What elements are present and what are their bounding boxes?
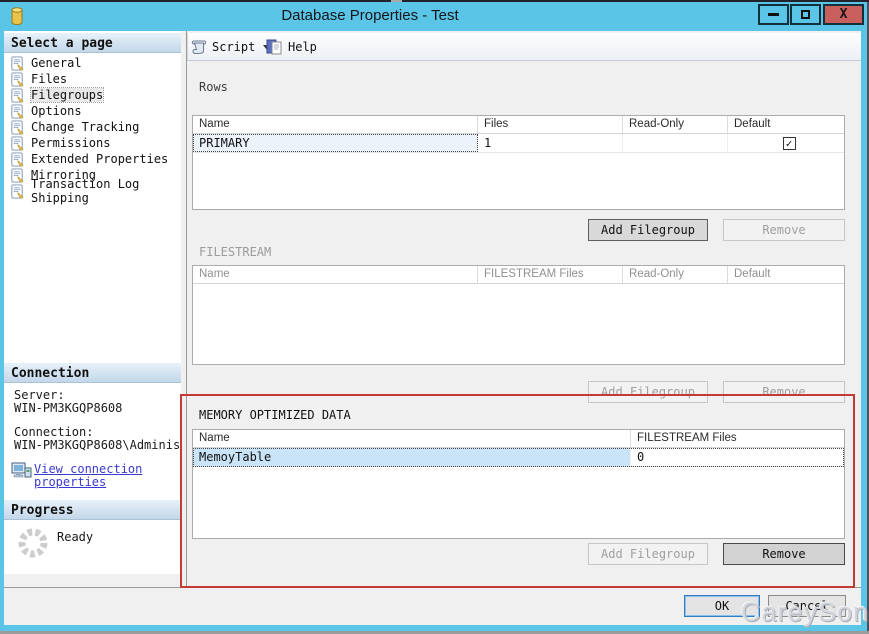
sidebar-item-files[interactable]: Files bbox=[6, 71, 178, 87]
filegroup-name-cell[interactable]: MemoyTable bbox=[193, 448, 631, 466]
connection-value: WIN-PM3KGQP8608\Administrat bbox=[14, 438, 179, 452]
filegroup-name-cell[interactable]: PRIMARY bbox=[193, 134, 478, 152]
close-icon: X bbox=[840, 7, 848, 22]
column-header[interactable]: Read-Only bbox=[623, 266, 728, 283]
column-header[interactable]: Name bbox=[193, 266, 478, 283]
read-only-cell[interactable] bbox=[623, 134, 728, 152]
sidebar-item-label: Change Tracking bbox=[31, 120, 139, 134]
select-a-page-header: Select a page bbox=[4, 33, 181, 53]
connection-label: Connection: bbox=[14, 425, 179, 439]
filestream-table-header: Name FILESTREAM Files Read-Only Default bbox=[193, 266, 844, 284]
sidebar-item-label: Permissions bbox=[31, 136, 110, 150]
page-script-icon bbox=[10, 168, 25, 183]
default-checkbox-checked[interactable]: ✓ bbox=[783, 137, 796, 150]
filestream-section-label: FILESTREAM bbox=[199, 245, 271, 259]
page-script-icon bbox=[10, 152, 25, 167]
computer-icon bbox=[11, 462, 32, 480]
help-label: Help bbox=[288, 40, 317, 54]
sidebar-item-label: Files bbox=[31, 72, 67, 86]
sidebar-item-filegroups[interactable]: Filegroups bbox=[6, 87, 178, 103]
sidebar-item-label: Extended Properties bbox=[31, 152, 168, 166]
spinner-icon bbox=[16, 526, 50, 560]
sidebar-item-permissions[interactable]: Permissions bbox=[6, 135, 178, 151]
sidebar-item-options[interactable]: Options bbox=[6, 103, 178, 119]
rows-table[interactable]: Name Files Read-Only Default PRIMARY 1 ✓ bbox=[192, 115, 845, 210]
view-connection-properties-link[interactable]: View connection properties bbox=[34, 463, 152, 489]
table-row-primary[interactable]: PRIMARY 1 ✓ bbox=[193, 134, 844, 153]
default-cell[interactable]: ✓ bbox=[728, 134, 844, 152]
sidebar-item-label: Options bbox=[31, 104, 82, 118]
sidebar-separator bbox=[186, 31, 187, 587]
server-value: WIN-PM3KGQP8608 bbox=[14, 401, 179, 415]
sidebar-item-label: Filegroups bbox=[31, 88, 103, 102]
page-script-icon bbox=[10, 120, 25, 135]
ok-button[interactable]: OK bbox=[684, 595, 760, 617]
screen: Database Properties - Test X Select a pa… bbox=[0, 0, 869, 634]
cancel-button[interactable]: Cancel bbox=[768, 595, 846, 617]
close-button[interactable]: X bbox=[823, 4, 864, 25]
page-script-icon bbox=[10, 88, 25, 103]
server-label: Server: bbox=[14, 388, 179, 402]
script-label: Script bbox=[212, 40, 255, 54]
memory-optimized-table[interactable]: Name FILESTREAM Files MemoyTable 0 bbox=[192, 429, 845, 539]
progress-header: Progress bbox=[4, 500, 181, 520]
filestream-table[interactable]: Name FILESTREAM Files Read-Only Default bbox=[192, 265, 845, 365]
sidebar-item-label: General bbox=[31, 56, 82, 70]
memory-remove-button[interactable]: Remove bbox=[723, 543, 845, 565]
rows-section-label: Rows bbox=[199, 80, 228, 94]
help-button[interactable]: Help bbox=[266, 38, 317, 56]
memory-optimized-section-label: MEMORY OPTIMIZED DATA bbox=[199, 408, 351, 422]
titlebar[interactable]: Database Properties - Test X bbox=[0, 2, 867, 29]
column-header[interactable]: Files bbox=[478, 116, 623, 133]
minimize-icon bbox=[768, 13, 779, 16]
column-header[interactable]: FILESTREAM Files bbox=[478, 266, 623, 283]
rows-add-filegroup-button[interactable]: Add Filegroup bbox=[588, 219, 708, 241]
page-script-icon bbox=[10, 136, 25, 151]
page-script-icon bbox=[10, 104, 25, 119]
progress-status: Ready bbox=[57, 530, 93, 544]
sidebar-item-label: Transaction Log Shipping bbox=[31, 177, 178, 205]
sidebar-item-change-tracking[interactable]: Change Tracking bbox=[6, 119, 178, 135]
page-script-icon bbox=[10, 56, 25, 71]
filestream-add-filegroup-button[interactable]: Add Filegroup bbox=[588, 381, 708, 403]
column-header[interactable]: FILESTREAM Files bbox=[631, 430, 844, 447]
sidebar-item-extended-properties[interactable]: Extended Properties bbox=[6, 151, 178, 167]
table-row-memoytable[interactable]: MemoyTable 0 bbox=[193, 448, 844, 467]
column-header[interactable]: Name bbox=[193, 116, 478, 133]
minimize-button[interactable] bbox=[758, 4, 789, 25]
memory-table-header: Name FILESTREAM Files bbox=[193, 430, 844, 448]
column-header[interactable]: Default bbox=[728, 266, 844, 283]
memory-add-filegroup-button[interactable]: Add Filegroup bbox=[588, 543, 708, 565]
script-button[interactable]: Script bbox=[190, 38, 271, 56]
maximize-icon bbox=[801, 10, 810, 19]
files-count-cell[interactable]: 1 bbox=[478, 134, 623, 152]
help-book-icon bbox=[266, 39, 283, 55]
script-scroll-icon bbox=[190, 39, 207, 55]
filestream-files-cell[interactable]: 0 bbox=[631, 448, 844, 466]
column-header[interactable]: Read-Only bbox=[623, 116, 728, 133]
maximize-button[interactable] bbox=[790, 4, 821, 25]
rows-table-header: Name Files Read-Only Default bbox=[193, 116, 844, 134]
column-header[interactable]: Default bbox=[728, 116, 844, 133]
window-title: Database Properties - Test bbox=[0, 7, 740, 24]
rows-remove-button[interactable]: Remove bbox=[723, 219, 845, 241]
page-script-icon bbox=[10, 72, 25, 87]
column-header[interactable]: Name bbox=[193, 430, 631, 447]
connection-header: Connection bbox=[4, 363, 181, 383]
filestream-remove-button[interactable]: Remove bbox=[723, 381, 845, 403]
page-script-icon bbox=[10, 184, 25, 199]
sidebar-item-general[interactable]: General bbox=[6, 55, 178, 71]
sidebar-item-transaction-log-shipping[interactable]: Transaction Log Shipping bbox=[6, 183, 178, 199]
